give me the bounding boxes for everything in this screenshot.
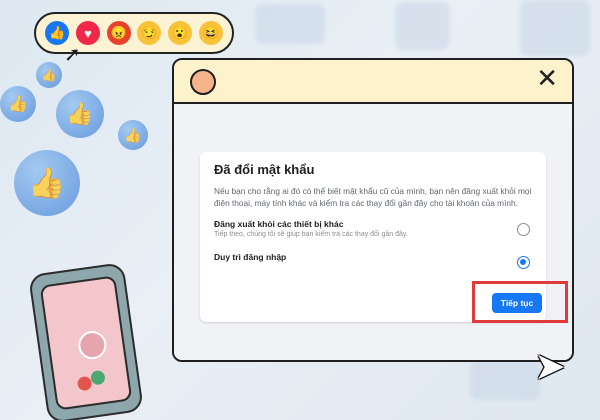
option-logout-subtitle: Tiếp theo, chúng tôi sẽ giúp bạn kiểm tr… xyxy=(214,231,408,238)
meh-icon: 😏 xyxy=(137,21,162,45)
option-logout-other-devices[interactable]: Đăng xuất khỏi các thiết bị khác Tiếp th… xyxy=(214,219,532,238)
option-stay-logged-in[interactable]: Duy trì đăng nhập xyxy=(214,252,532,269)
continue-button[interactable]: Tiếp tục xyxy=(492,293,542,313)
background-shape xyxy=(255,4,325,44)
angry-icon: 😠 xyxy=(106,21,131,45)
background-shape xyxy=(520,0,590,56)
window-dot-icon xyxy=(190,69,216,95)
pointer-cursor-icon: ➚ xyxy=(64,44,81,66)
accept-call-icon xyxy=(90,369,106,386)
pointer-cursor-icon: ➤ xyxy=(534,346,566,388)
like-decoration-icon: 👍 xyxy=(56,90,104,138)
like-decoration-icon: 👍 xyxy=(0,86,36,122)
window-titlebar: ✕ xyxy=(174,60,572,104)
option-stay-title: Duy trì đăng nhập xyxy=(214,252,287,262)
card-description: Nếu bạn cho rằng ai đó có thể biết mật k… xyxy=(214,186,532,208)
phone-illustration xyxy=(28,262,144,420)
background-shape xyxy=(395,2,450,50)
close-icon[interactable]: ✕ xyxy=(536,65,558,91)
like-decoration-icon: 👍 xyxy=(36,62,62,88)
card-title: Đã đổi mật khẩu xyxy=(214,162,315,177)
radio-stay[interactable] xyxy=(517,256,530,269)
option-logout-title: Đăng xuất khỏi các thiết bị khác xyxy=(214,219,344,229)
avatar-icon xyxy=(76,329,109,361)
like-decoration-icon: 👍 xyxy=(14,150,80,216)
phone-screen xyxy=(39,275,133,411)
wow-icon: 😮 xyxy=(167,21,192,45)
like-decoration-icon: 👍 xyxy=(118,120,148,150)
radio-logout[interactable] xyxy=(517,223,530,236)
background-shape xyxy=(470,360,540,400)
haha-icon: 😆 xyxy=(198,21,223,45)
